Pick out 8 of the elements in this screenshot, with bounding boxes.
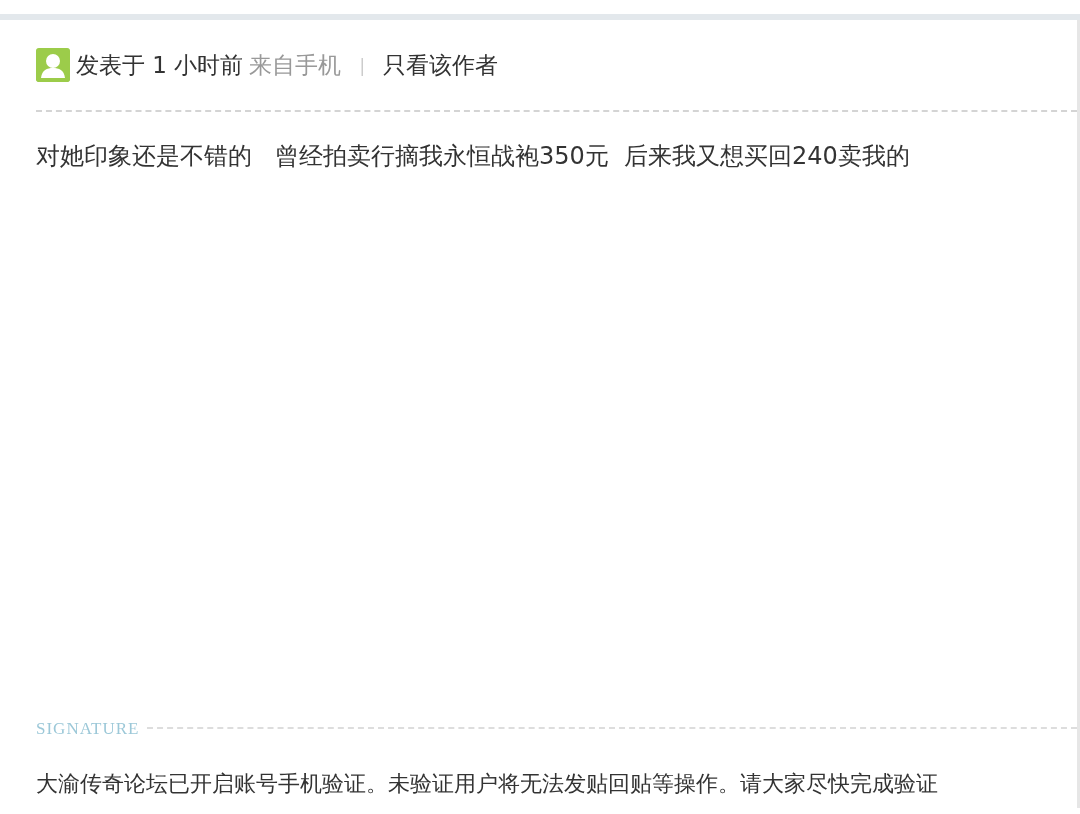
post-source: 来自手机 [249, 50, 342, 80]
author-only-link[interactable]: 只看该作者 [383, 47, 499, 83]
avatar-icon [36, 48, 70, 82]
post-content: 对她印象还是不错的 曾经拍卖行摘我永恒战袍350元 后来我又想买回240卖我的 [36, 141, 911, 172]
post-time: 发表于 1 小时前 [76, 50, 244, 80]
signature-label: SIGNATURE [36, 717, 140, 740]
signature-text: 大渝传奇论坛已开启账号手机验证。未验证用户将无法发贴回贴等操作。请大家尽快完成验证 [36, 770, 939, 798]
separator: | [359, 53, 366, 78]
